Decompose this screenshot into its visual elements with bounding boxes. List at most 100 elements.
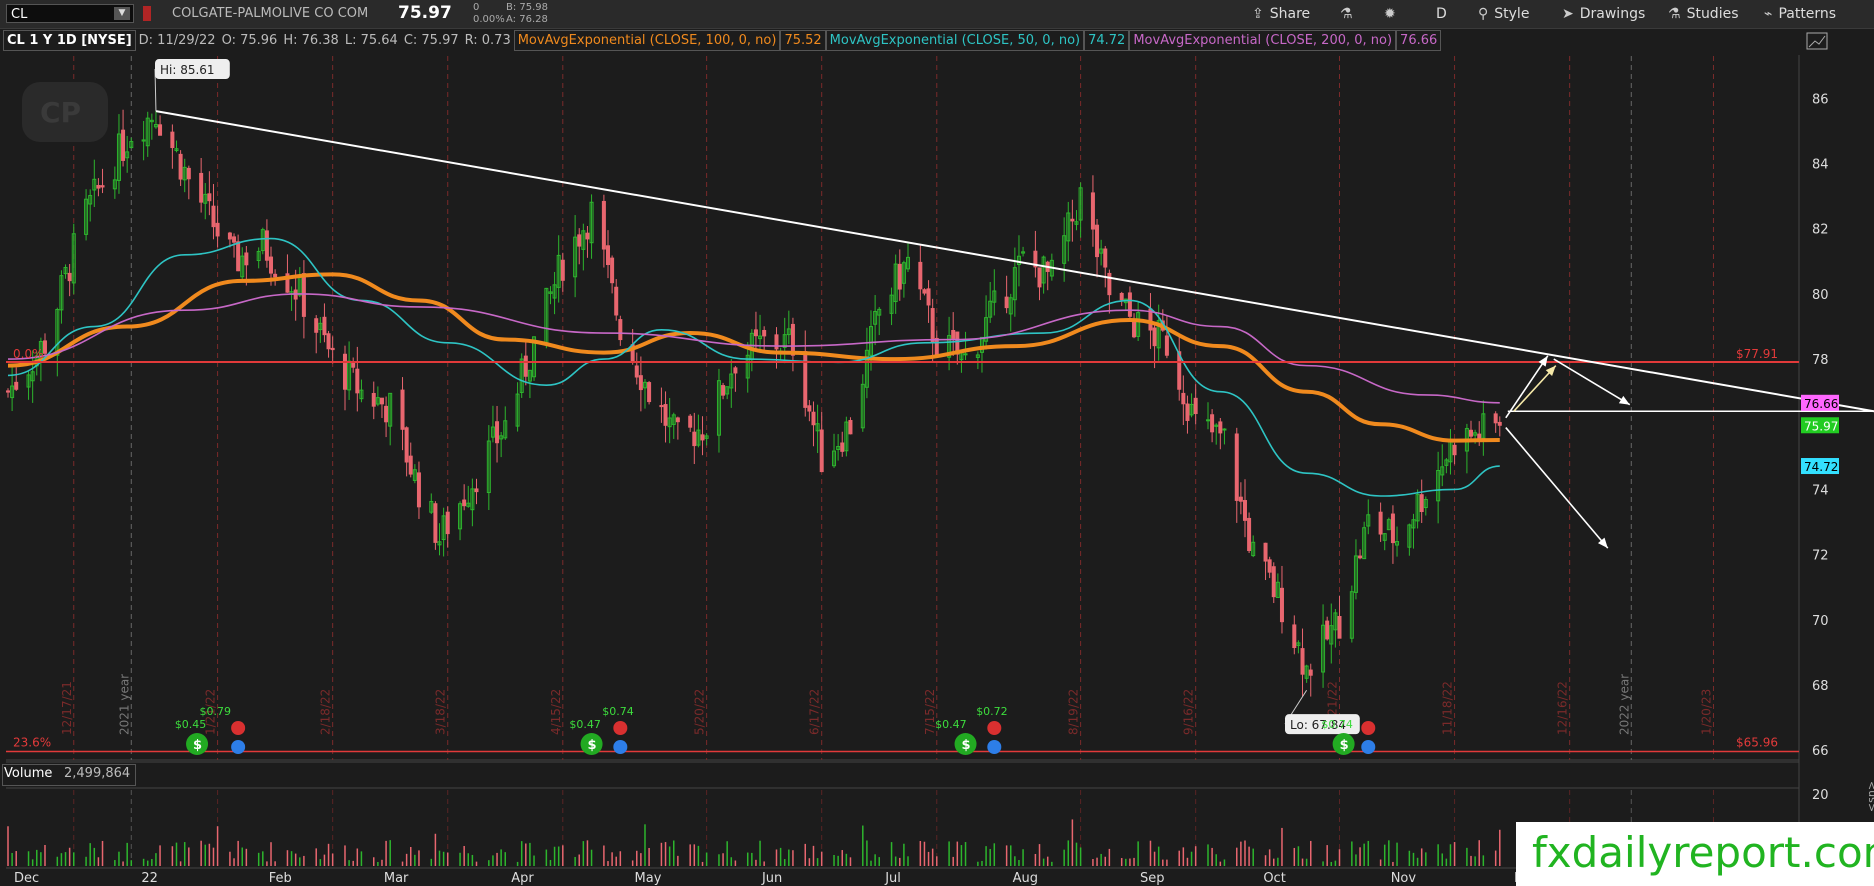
candle-body [589,201,594,244]
ema100-value: 75.52 [780,30,826,51]
drawings-button[interactable]: ➤ Drawings [1562,4,1645,24]
candle-body [384,405,389,423]
candle-body [445,511,450,535]
y-tick-label: 66 [1812,744,1829,759]
candle-body [1238,496,1243,502]
candle-body [1037,267,1042,288]
candle-body [1247,517,1252,552]
candle-body [659,405,664,408]
candle-body [503,420,508,439]
candle-body [10,385,15,399]
drawing-tool-icon[interactable] [1806,32,1828,50]
range-readout: R: 0.73 [464,33,511,48]
candle-body [1218,421,1223,434]
candle-body [84,198,89,235]
vertical-date-label: 9/16/22 [1182,689,1196,735]
studies-button[interactable]: ⚗ Studies [1668,4,1739,24]
candle-body [733,367,738,374]
hi-callout: Hi: 85.61 [160,63,215,77]
dividend-icon-glyph: $ [962,738,971,753]
fib-bottom-label: 23.6% [13,736,51,750]
side-panel-tab[interactable]: <sn> [1865,781,1874,812]
candle-body [606,245,610,266]
flask-button[interactable]: ⚗ [1340,4,1359,24]
date-readout: D: 11/29/22 [138,33,216,48]
candle-body [1349,591,1354,639]
candle-body [1423,498,1428,509]
lo-callout: Lo: 67.84 [1290,718,1346,732]
share-button[interactable]: ⇪ Share [1252,4,1310,24]
candle-body [906,256,910,270]
candle-body [1325,620,1330,640]
candle-body [860,383,865,429]
candle-body [1415,494,1420,522]
candle-body [610,257,615,284]
scenario-arrow-up-2-head [1545,365,1556,376]
candle-body [634,365,639,378]
vertical-date-label: 6/17/22 [808,689,822,735]
candle-body [774,334,779,350]
candle-body [758,335,763,340]
candle-body [1181,392,1186,405]
dividend-label: $0.45 [175,718,207,731]
candle-body [630,344,635,362]
candle-body [848,419,853,435]
style-button[interactable]: ⚲ Style [1478,4,1529,24]
candle-body [959,350,964,361]
candle-body [696,429,701,446]
chart-title[interactable]: CL 1 Y 1D [NYSE] [3,30,136,51]
candle-body [1004,296,1009,309]
candle-body [355,368,360,394]
candle-body [893,263,898,303]
symbol-dropdown-icon[interactable]: ▼ [114,7,130,20]
candle-body [1292,624,1297,649]
candle-body [92,178,97,191]
dividend-icon [1332,733,1355,755]
y-tick-label: 76 [1812,418,1829,433]
candle-body [14,381,19,390]
period-button[interactable]: D [1436,4,1447,24]
candle-body [158,124,163,136]
candle-body [1329,625,1334,645]
price-chart[interactable]: 12/17/21 2021 year 1/21/22 2/18/22 3/18/22 4/… [0,0,1874,886]
candle-body [1095,224,1100,258]
flag-icon[interactable] [143,6,151,21]
last-price: 75.97 [398,3,452,23]
info-icon [987,740,1002,754]
patterns-button[interactable]: ⌁ Patterns [1764,4,1836,24]
candle-body [1016,255,1021,266]
candle-body [1464,428,1469,452]
change-value: 0 [473,2,480,13]
ema200-study-label[interactable]: MovAvgExponential (CLOSE, 200, 0, no) [1129,30,1397,51]
settings-button[interactable]: ✹ [1384,4,1402,24]
fib-top-label: 0.0% [13,347,44,361]
share-icon: ⇪ [1252,6,1264,22]
candle-body [729,373,734,389]
symbol-input[interactable]: CL ▼ [6,4,134,23]
study-legend-bar: CL 1 Y 1D [NYSE] D: 11/29/22 O: 75.96 H: 76… [0,28,1800,53]
candle-body [1062,235,1067,264]
scenario-arrow-down-2-head [1597,537,1608,549]
candle-body [1189,403,1194,416]
candle-body [437,541,442,546]
candle-body [59,275,64,311]
watermark: fxdailyreport.com [1516,822,1874,886]
dividend-label: $0.74 [602,705,634,718]
candle-body [560,259,565,281]
candle-body [149,119,154,123]
candle-body [1132,319,1137,338]
ema100-study-label[interactable]: MovAvgExponential (CLOSE, 100, 0, no) [513,30,781,51]
candle-body [577,234,582,247]
candle-body [141,139,146,142]
candle-body [762,329,767,337]
candle-body [429,500,434,513]
candle-body [963,353,968,356]
ema50-study-label[interactable]: MovAvgExponential (CLOSE, 50, 0, no) [825,30,1085,51]
candle-body [1411,519,1416,529]
candle-body [63,267,68,275]
low-readout: L: 75.64 [344,33,398,48]
dividend-icon [186,733,209,755]
y-tick-label: 78 [1812,353,1829,368]
candle-body [293,289,298,300]
candle-body [260,229,265,252]
